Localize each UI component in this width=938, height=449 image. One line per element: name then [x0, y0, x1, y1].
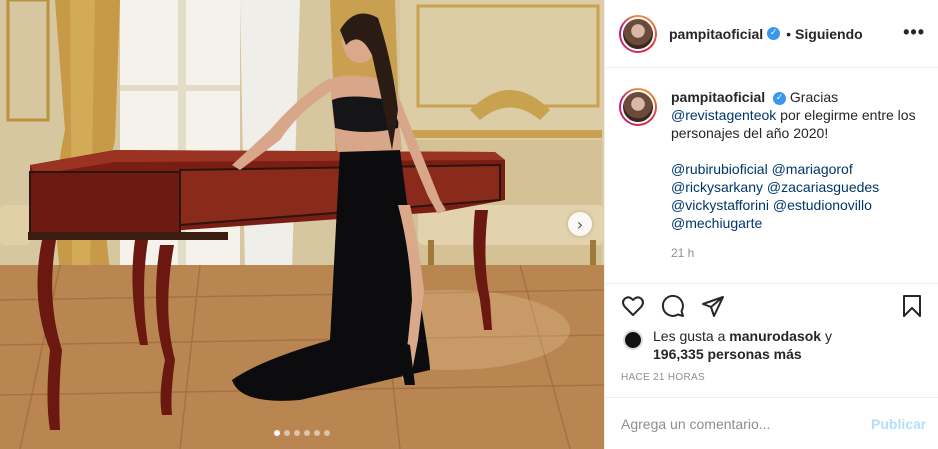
likes-summary: Les gusta a manurodasok y 196,335 person… [623, 327, 832, 363]
carousel-next-button[interactable]: › [568, 212, 592, 236]
carousel-dot [314, 430, 320, 436]
liker-username[interactable]: manurodasok [729, 328, 821, 344]
mention-link[interactable]: @rickysarkany [671, 179, 763, 195]
carousel-dot [274, 430, 280, 436]
likes-prefix: Les gusta a [653, 328, 726, 344]
caption-lead: Gracias [789, 89, 839, 105]
caption-avatar[interactable] [619, 88, 657, 126]
avatar[interactable] [619, 14, 657, 53]
mention-link[interactable]: @revistagenteok [671, 107, 776, 123]
likes-text: Les gusta a manurodasok y 196,335 person… [653, 327, 832, 363]
verified-badge-icon: ✓ [773, 91, 787, 105]
post-image[interactable]: › [0, 0, 604, 449]
post-header: pampitaoficial ✓ • Siguiendo ••• [605, 0, 938, 68]
caption-timestamp[interactable]: 21 h [671, 244, 923, 262]
post-sidebar: pampitaoficial ✓ • Siguiendo ••• pampita… [604, 0, 938, 449]
share-icon[interactable] [701, 294, 725, 318]
carousel-dot [304, 430, 310, 436]
mention-link[interactable]: @mechiugarte [671, 215, 762, 231]
mention-link[interactable]: @rubirubioficial [671, 161, 768, 177]
action-bar [621, 294, 725, 318]
comment-bar: Publicar [605, 397, 938, 449]
carousel-dots [0, 430, 604, 436]
publish-button[interactable]: Publicar [871, 416, 926, 432]
carousel-dot [324, 430, 330, 436]
caption: pampitaoficial ✓ Gracias @revistagenteok… [619, 88, 929, 262]
mention-link[interactable]: @estudionovillo [773, 197, 872, 213]
header-username[interactable]: pampitaoficial [669, 26, 763, 42]
likes-joiner: y [824, 328, 832, 344]
caption-username[interactable]: pampitaoficial [671, 89, 765, 105]
mentions-list: @rubirubioficial @mariagorof @rickysarka… [671, 160, 923, 232]
profile-photo [621, 16, 655, 51]
mention-link[interactable]: @vickystafforini [671, 197, 769, 213]
chevron-right-icon: › [576, 214, 584, 234]
carousel-dot [284, 430, 290, 436]
mention-link[interactable]: @zacariasguedes [767, 179, 879, 195]
likes-count[interactable]: 196,335 personas más [653, 346, 802, 362]
profile-photo [621, 90, 655, 124]
post-timestamp[interactable]: HACE 21 HORAS [621, 372, 705, 383]
heart-icon[interactable] [621, 294, 645, 318]
comment-input[interactable] [621, 415, 861, 432]
save-button[interactable] [900, 294, 924, 318]
carousel-dot [294, 430, 300, 436]
divider [605, 283, 938, 284]
comment-icon[interactable] [661, 294, 685, 318]
liker-avatar[interactable] [623, 330, 643, 350]
header-bullet: • [786, 25, 792, 42]
caption-text: pampitaoficial ✓ Gracias @revistagenteok… [671, 88, 923, 262]
mention-link[interactable]: @mariagorof [772, 161, 853, 177]
post-photo-illustration [0, 0, 604, 449]
following-button[interactable]: Siguiendo [795, 26, 863, 42]
bookmark-icon[interactable] [900, 294, 924, 318]
more-options-icon[interactable]: ••• [903, 22, 925, 43]
verified-badge-icon: ✓ [767, 27, 781, 40]
